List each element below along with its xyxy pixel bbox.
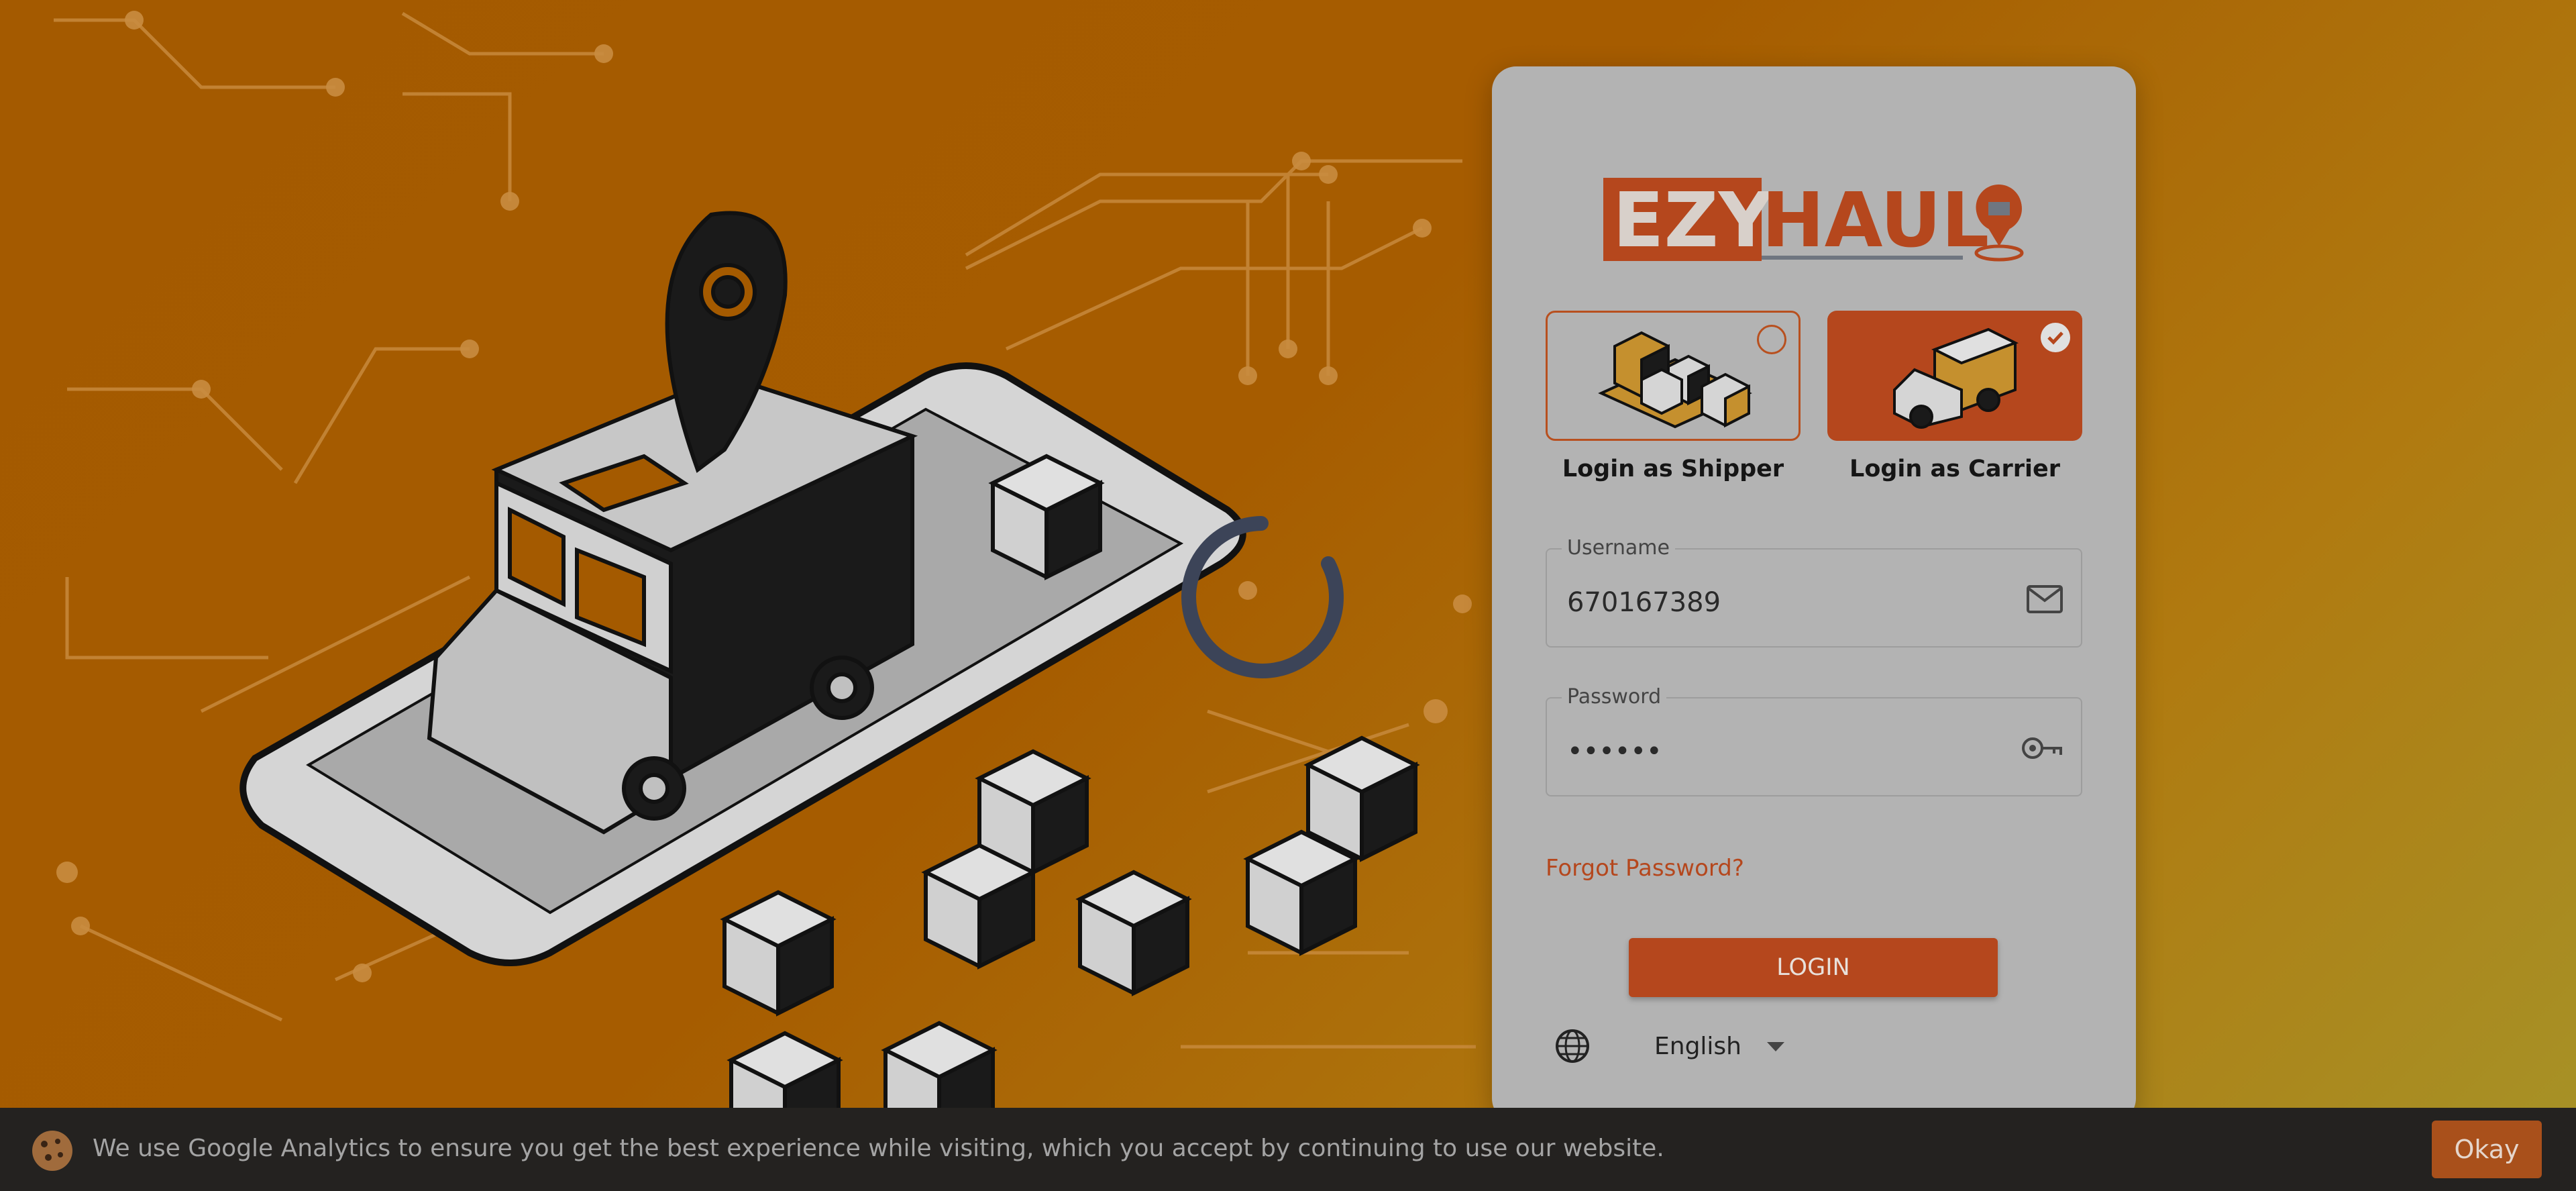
okay-button[interactable]: Okay bbox=[2432, 1121, 2542, 1178]
globe-icon bbox=[1556, 1029, 1589, 1063]
login-button[interactable]: LOGIN bbox=[1629, 938, 1998, 997]
carrier-role-card[interactable] bbox=[1827, 311, 2082, 441]
mail-icon bbox=[2027, 585, 2063, 613]
password-input[interactable]: •••••• bbox=[1567, 736, 1662, 767]
language-value[interactable]: English bbox=[1654, 1033, 1741, 1060]
carrier-radio-checked[interactable] bbox=[2041, 323, 2070, 352]
svg-text:EZY: EZY bbox=[1613, 177, 1774, 264]
shipper-radio[interactable] bbox=[1757, 325, 1786, 354]
username-input[interactable]: 670167389 bbox=[1567, 587, 1721, 618]
key-icon bbox=[2022, 737, 2062, 759]
language-selector[interactable]: English bbox=[1554, 1019, 1822, 1073]
carrier-truck-icon bbox=[1893, 327, 2019, 429]
carrier-role-label[interactable]: Login as Carrier bbox=[1827, 456, 2082, 482]
svg-text:HAUL: HAUL bbox=[1762, 177, 1989, 264]
username-field[interactable]: Username 670167389 bbox=[1546, 536, 2082, 648]
checkmark-icon bbox=[2047, 331, 2063, 345]
cookie-banner: We use Google Analytics to ensure you ge… bbox=[0, 1108, 2576, 1191]
forgot-password-link[interactable]: Forgot Password? bbox=[1546, 855, 1744, 882]
password-field[interactable]: Password •••••• bbox=[1546, 685, 2082, 796]
cookie-icon bbox=[32, 1131, 72, 1171]
ezyhaul-logo: EZY HAUL bbox=[1603, 177, 2024, 264]
cookie-message: We use Google Analytics to ensure you ge… bbox=[93, 1135, 1664, 1162]
login-card: EZY HAUL Login as Shipper Login as Carri… bbox=[1492, 66, 2136, 1123]
background-illustration bbox=[54, 11, 1476, 1157]
shipper-role-label[interactable]: Login as Shipper bbox=[1546, 456, 1801, 482]
username-label: Username bbox=[1562, 536, 1675, 560]
shipper-role-card[interactable] bbox=[1546, 311, 1801, 441]
password-label: Password bbox=[1562, 685, 1667, 709]
chevron-down-icon[interactable] bbox=[1767, 1042, 1784, 1053]
loading-spinner bbox=[1181, 516, 1344, 678]
shipper-boxes-icon bbox=[1598, 331, 1752, 429]
